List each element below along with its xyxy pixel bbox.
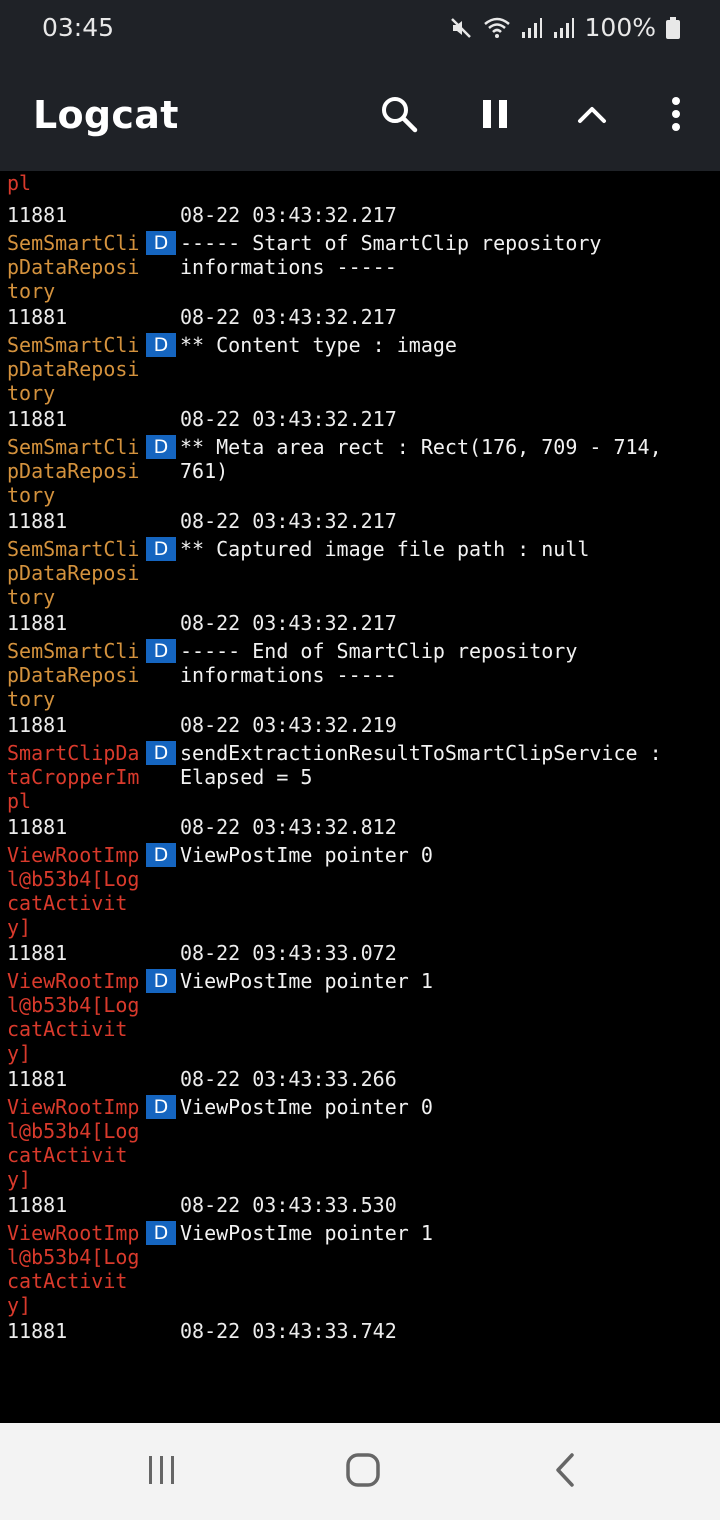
log-pid: 11881	[7, 713, 68, 737]
log-pid: 11881	[7, 1193, 68, 1217]
log-level-badge: D	[146, 741, 176, 765]
log-pid: 11881	[7, 509, 68, 533]
log-entry[interactable]: taCropperImplExtraction mode : 1	[0, 171, 720, 201]
home-button[interactable]	[333, 1447, 393, 1497]
log-level-badge: D	[146, 969, 176, 993]
recents-icon	[146, 1455, 178, 1489]
log-message: ** Meta area rect : Rect(176, 709 - 714,…	[180, 435, 674, 483]
log-tag: ViewRootImpl@b53b4[LogcatActivity]	[7, 1221, 140, 1317]
log-entry[interactable]: 11881 08-22 03:43:33.530 ViewRootImpl@b53b…	[0, 1191, 720, 1317]
log-timestamp: 08-22 03:43:32.219	[180, 713, 397, 737]
app-bar: Logcat	[0, 60, 720, 171]
log-message: ViewPostIme pointer 0	[180, 843, 433, 867]
log-message: ** Captured image file path : null	[180, 537, 590, 561]
page-title: Logcat	[33, 93, 179, 137]
log-timestamp: 08-22 03:43:33.266	[180, 1067, 397, 1091]
log-timestamp: 08-22 03:43:32.217	[180, 611, 397, 635]
log-entry[interactable]: 11881 08-22 03:43:32.217 SemSmartClipDataR…	[0, 609, 720, 711]
log-entry[interactable]: 11881 08-22 03:43:33.742	[0, 1317, 720, 1371]
log-message: sendExtractionResultToSmartClipService :…	[180, 741, 674, 789]
navigation-bar	[0, 1423, 720, 1520]
log-level-badge: D	[146, 435, 176, 459]
log-message: ** Content type : image	[180, 333, 457, 357]
log-entry[interactable]: 11881 08-22 03:43:32.812 ViewRootImpl@b53b…	[0, 813, 720, 939]
log-timestamp: 08-22 03:43:33.072	[180, 941, 397, 965]
log-message: ----- End of SmartClip repository inform…	[180, 639, 590, 687]
log-tag: SemSmartClipDataRepository	[7, 537, 140, 609]
recents-button[interactable]	[132, 1447, 192, 1497]
log-tag: SemSmartClipDataRepository	[7, 435, 140, 507]
status-bar: 03:45 100%	[0, 0, 720, 60]
log-entry[interactable]: 11881 08-22 03:43:32.217 SemSmartClipDataR…	[0, 201, 720, 303]
log-level-badge: D	[146, 639, 176, 663]
signal-icon	[553, 17, 575, 39]
log-timestamp: 08-22 03:43:32.217	[180, 305, 397, 329]
log-pid: 11881	[7, 1319, 68, 1343]
log-list[interactable]: taCropperImplExtraction mode : 11188108-…	[0, 171, 720, 1423]
log-tag: taCropperImpl	[7, 171, 32, 195]
wifi-icon	[483, 16, 511, 40]
log-message: ViewPostIme pointer 1	[180, 1221, 433, 1245]
log-level-badge: D	[146, 1095, 176, 1119]
log-pid: 11881	[7, 611, 68, 635]
log-tag: SmartClipDataCropperImpl	[7, 741, 140, 813]
mute-icon	[449, 16, 473, 40]
log-tag: SemSmartClipDataRepository	[7, 639, 140, 711]
log-pid: 11881	[7, 203, 68, 227]
battery-icon	[666, 16, 680, 39]
more-vert-icon	[670, 96, 682, 136]
log-message: ViewPostIme pointer 0	[180, 1095, 433, 1119]
log-timestamp: 08-22 03:43:33.530	[180, 1193, 397, 1217]
log-pid: 11881	[7, 941, 68, 965]
signal-icon	[521, 17, 543, 39]
log-pid: 11881	[7, 1067, 68, 1091]
status-icons: 100%	[449, 13, 680, 42]
log-timestamp: 08-22 03:43:33.742	[180, 1319, 397, 1343]
log-pid: 11881	[7, 407, 68, 431]
log-entry[interactable]: 11881 08-22 03:43:32.217 SemSmartClipDataR…	[0, 405, 720, 507]
log-entry[interactable]: 11881 08-22 03:43:32.217 SemSmartClipDataR…	[0, 507, 720, 609]
log-level-badge: D	[146, 1221, 176, 1245]
log-timestamp: 08-22 03:43:32.217	[180, 203, 397, 227]
log-level-badge: D	[146, 333, 176, 357]
log-tag: SemSmartClipDataRepository	[7, 333, 140, 405]
log-entry[interactable]: 11881 08-22 03:43:32.219 SmartClipDataCrop…	[0, 711, 720, 813]
log-pid: 11881	[7, 305, 68, 329]
search-icon	[379, 94, 419, 138]
log-tag: ViewRootImpl@b53b4[LogcatActivity]	[7, 843, 140, 939]
log-list-content: taCropperImplExtraction mode : 11188108-…	[0, 171, 720, 1371]
log-tag: SemSmartClipDataRepository	[7, 231, 140, 303]
log-tag: ViewRootImpl@b53b4[LogcatActivity]	[7, 1095, 140, 1191]
log-entry[interactable]: 11881 08-22 03:43:32.217 SemSmartClipDataR…	[0, 303, 720, 405]
pause-button[interactable]	[468, 88, 524, 144]
battery-text: 100%	[584, 13, 656, 42]
log-timestamp: 08-22 03:43:32.812	[180, 815, 397, 839]
search-button[interactable]	[371, 88, 427, 144]
log-entry[interactable]: 11881 08-22 03:43:33.266 ViewRootImpl@b53b…	[0, 1065, 720, 1191]
home-icon	[345, 1452, 381, 1492]
chevron-up-icon	[577, 104, 607, 128]
back-icon	[553, 1452, 577, 1492]
log-tag: ViewRootImpl@b53b4[LogcatActivity]	[7, 969, 140, 1065]
status-time: 03:45	[42, 13, 115, 42]
pause-icon	[481, 98, 511, 134]
scroll-top-button[interactable]	[564, 88, 620, 144]
log-timestamp: 08-22 03:43:32.217	[180, 509, 397, 533]
log-pid: 11881	[7, 815, 68, 839]
log-timestamp: 08-22 03:43:32.217	[180, 407, 397, 431]
log-level-badge: D	[146, 843, 176, 867]
more-options-button[interactable]	[648, 88, 704, 144]
back-button[interactable]	[535, 1447, 595, 1497]
log-entry[interactable]: 11881 08-22 03:43:33.072 ViewRootImpl@b53b…	[0, 939, 720, 1065]
log-level-badge: D	[146, 231, 176, 255]
log-message: ----- Start of SmartClip repository info…	[180, 231, 614, 279]
log-level-badge: D	[146, 537, 176, 561]
log-message: ViewPostIme pointer 1	[180, 969, 433, 993]
